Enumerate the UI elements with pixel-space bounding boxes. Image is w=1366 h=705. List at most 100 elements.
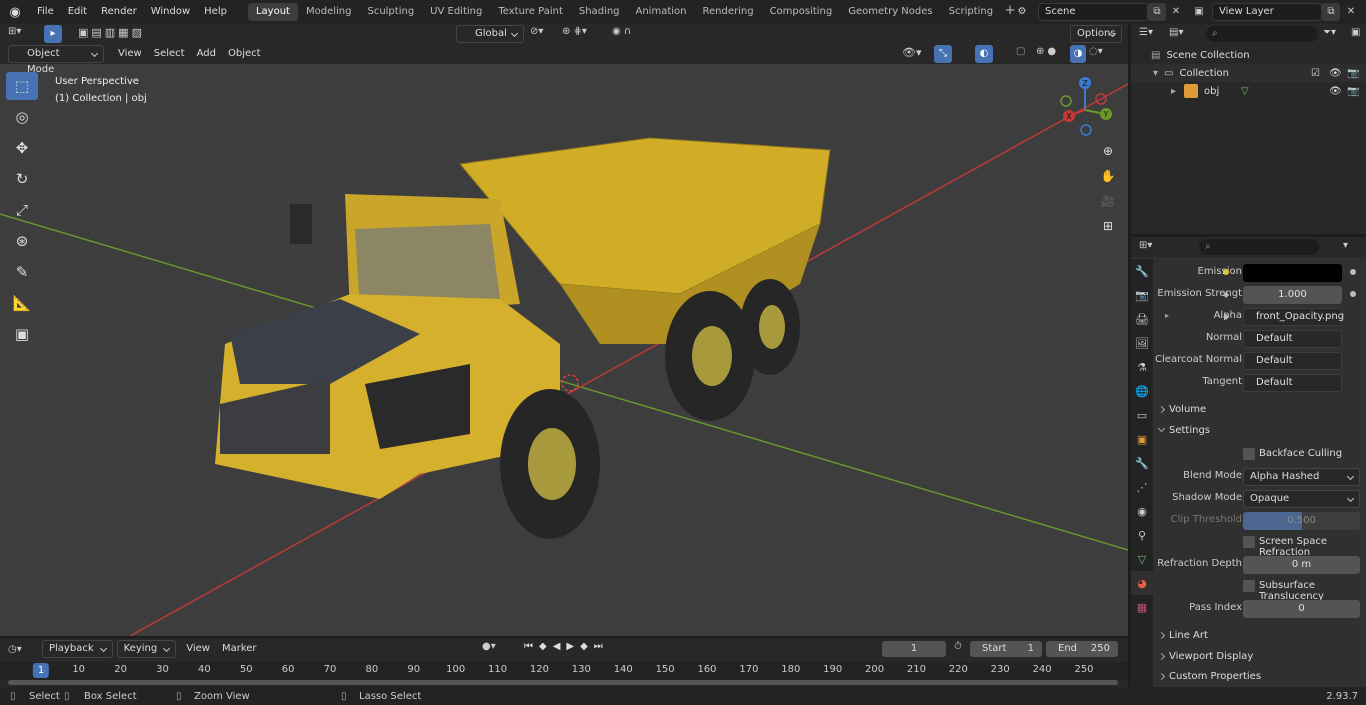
render-camera-icon[interactable]: 📷 bbox=[1347, 68, 1359, 79]
rotate-tool-icon[interactable]: ↻ bbox=[6, 165, 38, 193]
3d-viewport[interactable]: Object Mode View Select Add Object 👁▾ ⤡ … bbox=[0, 44, 1128, 636]
data-tab-icon[interactable]: ▽ bbox=[1131, 547, 1153, 571]
outliner-editor-type-icon[interactable]: ☰▾ bbox=[1139, 27, 1153, 38]
blend-mode-dropdown[interactable]: Alpha Hashed bbox=[1243, 468, 1360, 486]
physics-tab-icon[interactable]: ◉ bbox=[1131, 499, 1153, 523]
object-render-camera-icon[interactable]: 📷 bbox=[1347, 86, 1359, 97]
outliner-search-input[interactable]: ⌕ bbox=[1206, 26, 1318, 42]
scale-tool-icon[interactable]: ⤢ bbox=[6, 196, 38, 224]
emission-keyframe-icon[interactable] bbox=[1350, 269, 1356, 275]
tab-animation[interactable]: Animation bbox=[628, 3, 695, 21]
viewport-menu-view[interactable]: View bbox=[112, 45, 148, 63]
add-cube-tool-icon[interactable]: ▣ bbox=[6, 320, 38, 348]
navigation-gizmo[interactable]: Z Y X bbox=[1055, 74, 1119, 138]
copy-view-layer-icon[interactable]: ⧉ bbox=[1322, 3, 1340, 21]
normal-field[interactable]: Default bbox=[1243, 330, 1342, 348]
line-art-panel-header[interactable]: Line Art bbox=[1153, 626, 1366, 646]
gizmo-toggle-icon[interactable]: ⤡ bbox=[934, 45, 952, 63]
new-collection-icon[interactable]: ▣ bbox=[1351, 27, 1360, 38]
material-tab-icon[interactable]: ◕ bbox=[1131, 571, 1153, 595]
timeline-scrollbar[interactable] bbox=[8, 680, 1118, 685]
viewport-menu-object[interactable]: Object bbox=[222, 45, 267, 63]
view-layer-tab-icon[interactable]: 🖼 bbox=[1131, 331, 1153, 355]
view-layer-icon[interactable]: ▣ bbox=[1190, 3, 1208, 21]
menu-window[interactable]: Window bbox=[144, 0, 197, 24]
viewport-menu-add[interactable]: Add bbox=[191, 45, 222, 63]
volume-panel-header[interactable]: Volume bbox=[1153, 400, 1366, 420]
properties-search-input[interactable]: ⌕ bbox=[1199, 239, 1319, 255]
outliner-object-obj[interactable]: ▸ obj ▽ 👁 📷 bbox=[1131, 82, 1366, 100]
emission-strength-field[interactable]: 1.000 bbox=[1243, 286, 1342, 304]
pass-index-field[interactable]: 0 bbox=[1243, 600, 1360, 618]
emission-strength-socket-icon[interactable]: ◆ bbox=[1223, 290, 1229, 299]
collection-tab-icon[interactable]: ▭ bbox=[1131, 403, 1153, 427]
backface-culling-checkbox[interactable] bbox=[1243, 448, 1255, 460]
settings-panel-header[interactable]: Settings bbox=[1153, 421, 1366, 441]
properties-editor-type-icon[interactable]: ⊞▾ bbox=[1139, 240, 1152, 251]
annotate-tool-icon[interactable]: ✎ bbox=[6, 258, 38, 286]
alpha-socket-icon[interactable]: ◆ bbox=[1223, 312, 1229, 321]
particles-tab-icon[interactable]: ⋰ bbox=[1131, 475, 1153, 499]
pan-view-icon[interactable]: ✋ bbox=[1097, 165, 1119, 187]
snap-icon[interactable]: ⊕ ⋕▾ bbox=[562, 26, 587, 37]
render-tab-icon[interactable]: 📷 bbox=[1131, 283, 1153, 307]
cursor-tool-icon[interactable]: ◎ bbox=[6, 103, 38, 131]
measure-tool-icon[interactable]: 📐 bbox=[6, 289, 38, 317]
zoom-view-icon[interactable]: ⊕ bbox=[1097, 140, 1119, 162]
scene-tab-icon[interactable]: ⚗ bbox=[1131, 355, 1153, 379]
transform-tool-icon[interactable]: ⊛ bbox=[6, 227, 38, 255]
outliner-scene-collection[interactable]: ▤ Scene Collection bbox=[1131, 46, 1366, 64]
timeline-editor-type-icon[interactable]: ◷▾ bbox=[8, 644, 36, 655]
display-mode-icon[interactable]: ▤▾ bbox=[1169, 27, 1183, 38]
timeline-ruler[interactable]: 1 10 20 30 40 50 60 70 80 90 100 110 120 130 140 150 16… bbox=[0, 662, 1128, 680]
object-tab-icon[interactable]: ▣ bbox=[1131, 427, 1153, 451]
properties-options-icon[interactable]: ▾ bbox=[1343, 240, 1348, 251]
playback-dropdown[interactable]: Playback bbox=[42, 640, 113, 658]
visibility-icon[interactable]: 👁▾ bbox=[902, 46, 922, 59]
exclude-checkbox-icon[interactable]: ☑ bbox=[1311, 68, 1320, 79]
current-frame-field[interactable]: 1 bbox=[882, 641, 946, 657]
expand-object-icon[interactable]: ▸ bbox=[1171, 86, 1176, 97]
editor-type-icon[interactable]: ⊞▾ bbox=[8, 26, 36, 42]
alpha-expand-icon[interactable]: ▸ bbox=[1165, 311, 1169, 320]
modifier-tab-icon[interactable]: 🔧 bbox=[1131, 451, 1153, 475]
menu-render[interactable]: Render bbox=[94, 0, 144, 24]
proportional-edit-icon[interactable]: ◉ ∩ bbox=[612, 26, 631, 37]
outliner-collection[interactable]: ▾ ▭ Collection ☑ 👁 📷 bbox=[1131, 64, 1366, 82]
keying-dropdown[interactable]: Keying bbox=[116, 640, 177, 658]
pivot-point-icon[interactable]: ⊘▾ bbox=[530, 26, 543, 37]
tab-compositing[interactable]: Compositing bbox=[762, 3, 841, 21]
tab-layout[interactable]: Layout bbox=[247, 3, 298, 21]
viewport-menu-select[interactable]: Select bbox=[148, 45, 191, 63]
current-frame-indicator[interactable]: 1 bbox=[32, 663, 50, 678]
output-tab-icon[interactable]: 🖨 bbox=[1131, 307, 1153, 331]
xray-icon[interactable]: ▢ bbox=[1016, 46, 1025, 57]
refraction-depth-field[interactable]: 0 m bbox=[1243, 556, 1360, 574]
select-box-tool-icon[interactable]: ⬚ bbox=[6, 72, 38, 100]
filter-icon[interactable]: ⏷▾ bbox=[1323, 27, 1336, 38]
clearcoat-normal-field[interactable]: Default bbox=[1243, 352, 1342, 370]
scene-name-field[interactable]: Scene bbox=[1038, 3, 1148, 21]
emission-color-swatch[interactable] bbox=[1243, 264, 1342, 282]
tangent-field[interactable]: Default bbox=[1243, 374, 1342, 392]
selection-mode-icons[interactable]: ▣▤▥▦▧ bbox=[78, 26, 145, 39]
emission-strength-keyframe-icon[interactable] bbox=[1350, 291, 1356, 297]
menu-help[interactable]: Help bbox=[197, 0, 234, 24]
view-layer-field[interactable]: View Layer bbox=[1212, 3, 1322, 21]
constraints-tab-icon[interactable]: ⚲ bbox=[1131, 523, 1153, 547]
start-frame-field[interactable]: Start 1 bbox=[970, 641, 1042, 657]
custom-properties-panel-header[interactable]: Custom Properties bbox=[1153, 667, 1366, 687]
tab-modeling[interactable]: Modeling bbox=[298, 3, 360, 21]
ortho-toggle-icon[interactable]: ⊞ bbox=[1097, 215, 1119, 237]
options-dropdown[interactable]: Options bbox=[1070, 25, 1122, 43]
clip-threshold-slider[interactable]: 0.500 bbox=[1243, 512, 1360, 530]
copy-scene-icon[interactable]: ⧉ bbox=[1148, 3, 1166, 21]
move-tool-icon[interactable]: ✥ bbox=[6, 134, 38, 162]
hide-eye-icon[interactable]: 👁 bbox=[1329, 68, 1342, 79]
select-tool-icon[interactable]: ▸ bbox=[44, 25, 62, 43]
close-view-layer-icon[interactable]: ✕ bbox=[1342, 3, 1360, 21]
viewport-display-panel-header[interactable]: Viewport Display bbox=[1153, 647, 1366, 667]
playback-controls[interactable]: ⏮◆◀▶◆⏭ bbox=[524, 641, 609, 652]
transform-orientation-dropdown[interactable]: Global bbox=[456, 25, 524, 43]
end-frame-field[interactable]: End 250 bbox=[1046, 641, 1118, 657]
